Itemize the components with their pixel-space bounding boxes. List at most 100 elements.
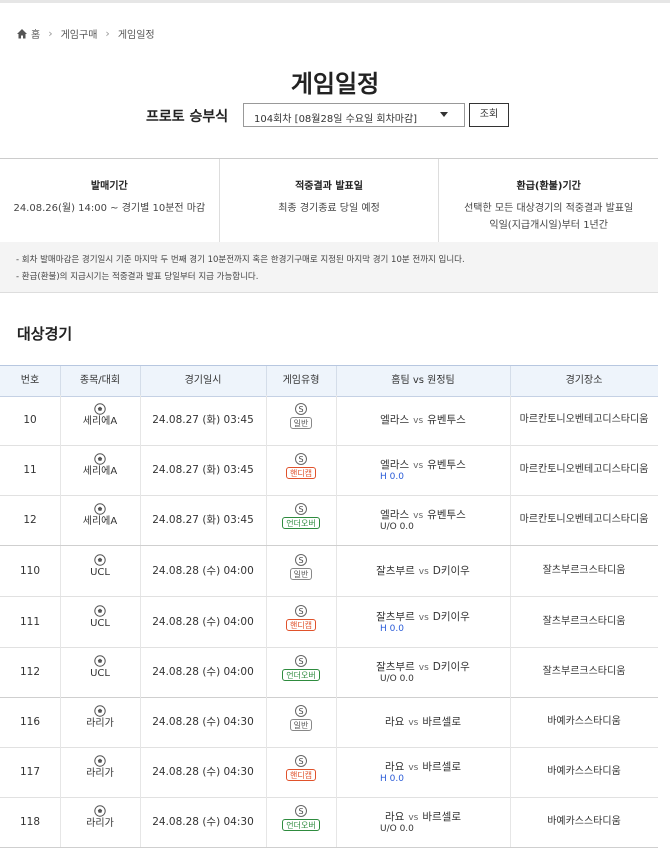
home-team: 잘츠부르 [376, 661, 415, 673]
row-teams[interactable]: 라요 vs 바르셀로 H 0.0 [336, 747, 511, 797]
game-type-badge: 핸디캡 [285, 769, 317, 781]
breadcrumb-schedule[interactable]: 게임일정 [118, 26, 155, 41]
row-league: 세리에A [60, 445, 141, 495]
home-icon[interactable] [16, 28, 28, 40]
table-row[interactable]: 112 UCL 24.08.28 (수) 04:00 S 언더오버 잘츠부르 vs D키이우 U… [0, 647, 658, 698]
top-divider [0, 0, 670, 3]
info-value: 24.08.26(월) 14:00 ~ 경기별 10분전 마감 [13, 203, 206, 214]
handicap-value: H 0.0 [380, 624, 404, 634]
info-sale-period: 발매기간 24.08.26(월) 14:00 ~ 경기별 10분전 마감 [0, 159, 219, 243]
home-team: 라요 [385, 811, 405, 823]
row-venue: 바예카스스타디움 [547, 766, 621, 777]
table-header: 번호 종목/대회 경기일시 게임유형 홈팀 vs 원정팀 경기장소 [0, 365, 658, 397]
info-result-date: 적중결과 발표일 최종 경기종료 당일 예정 [218, 159, 439, 243]
row-game-type: S 일반 [266, 546, 337, 596]
row-league: 세리에A [60, 495, 141, 545]
vs-label: vs [413, 461, 424, 471]
row-teams[interactable]: 엘라스 vs 유벤투스 [336, 395, 511, 445]
table-row[interactable]: 110 UCL 24.08.28 (수) 04:00 S 일반 잘츠부르 vs D키이우 잘츠부… [0, 546, 658, 597]
soccer-ball-icon [94, 655, 106, 667]
row-number: 110 [0, 546, 61, 596]
table-row[interactable]: 118 라리가 24.08.28 (수) 04:30 S 언더오버 라요 vs 바르셀로 U/O… [0, 797, 658, 848]
row-teams[interactable]: 잘츠부르 vs D키이우 H 0.0 [336, 597, 511, 647]
row-league: 라리가 [60, 747, 141, 797]
handicap-value: U/O 0.0 [380, 824, 414, 834]
league-name: 라리가 [86, 768, 114, 779]
row-venue: 바예카스스타디움 [547, 816, 621, 827]
row-league: 세리에A [60, 395, 141, 445]
sport-s-icon: S [295, 503, 307, 515]
game-type-badge: 일반 [289, 417, 313, 429]
row-datetime: 24.08.28 (수) 04:00 [140, 597, 267, 647]
away-team: D키이우 [432, 661, 470, 673]
info-value: 선택한 모든 대상경기의 적중결과 발표일 익일(지급개시일)부터 1년간 [439, 200, 658, 234]
league-name: UCL [90, 668, 110, 679]
round-selector-row: 프로토 승부식 104회차 [08월28일 수요일 회차마감] 조회 [0, 103, 670, 129]
row-teams[interactable]: 라요 vs 바르셀로 U/O 0.0 [336, 797, 511, 847]
chevron-right-icon: › [48, 27, 53, 40]
game-type-badge: 언더오버 [282, 669, 320, 681]
vs-label: vs [418, 613, 429, 623]
row-number: 11 [0, 445, 61, 495]
row-league: 라리가 [60, 797, 141, 847]
row-league: UCL [60, 597, 141, 647]
away-team: D키이우 [432, 565, 470, 577]
info-value: 최종 경기종료 당일 예정 [278, 203, 380, 214]
table-row[interactable]: 11 세리에A 24.08.27 (화) 03:45 S 핸디캡 엘라스 vs 유벤투스 H 0… [0, 445, 658, 496]
away-team: 유벤투스 [427, 459, 466, 471]
soccer-ball-icon [94, 605, 106, 617]
away-team: 바르셀로 [422, 761, 461, 773]
info-heading: 발매기간 [90, 181, 128, 192]
section-title: 대상경기 [17, 325, 73, 343]
league-name: 세리에A [82, 466, 118, 477]
soccer-ball-icon [94, 705, 106, 717]
round-select-value: 104회차 [08월28일 수요일 회차마감] [254, 114, 418, 125]
league-name: 세리에A [82, 416, 118, 427]
league-name: 라리가 [86, 818, 114, 829]
row-game-type: S 언더오버 [266, 797, 337, 847]
sport-s-icon: S [295, 554, 307, 566]
row-game-type: S 언더오버 [266, 495, 337, 545]
table-row[interactable]: 117 라리가 24.08.28 (수) 04:30 S 핸디캡 라요 vs 바르셀로 H 0.… [0, 747, 658, 798]
game-type-badge: 핸디캡 [285, 619, 317, 631]
row-league: UCL [60, 647, 141, 697]
home-team: 잘츠부르 [376, 611, 415, 623]
row-teams[interactable]: 잘츠부르 vs D키이우 [336, 546, 511, 596]
row-datetime: 24.08.28 (수) 04:30 [140, 697, 267, 747]
table-row[interactable]: 111 UCL 24.08.28 (수) 04:00 S 핸디캡 잘츠부르 vs D키이우 H … [0, 597, 658, 648]
soccer-ball-icon [94, 554, 106, 566]
row-teams[interactable]: 엘라스 vs 유벤투스 H 0.0 [336, 445, 511, 495]
row-venue: 잘츠부르크스타디움 [542, 666, 626, 677]
game-type-badge: 언더오버 [282, 517, 320, 529]
breadcrumb-game-purchase[interactable]: 게임구매 [61, 26, 98, 41]
table-row[interactable]: 116 라리가 24.08.28 (수) 04:30 S 일반 라요 vs 바르셀로 바예카스스… [0, 697, 658, 748]
league-name: 라리가 [86, 718, 114, 729]
table-row[interactable]: 10 세리에A 24.08.27 (화) 03:45 S 일반 엘라스 vs 유벤투스 마르칸토… [0, 395, 658, 446]
table-row[interactable]: 12 세리에A 24.08.27 (화) 03:45 S 언더오버 엘라스 vs 유벤투스 U/… [0, 495, 658, 546]
round-select[interactable]: 104회차 [08월28일 수요일 회차마감] [243, 103, 465, 127]
row-datetime: 24.08.27 (화) 03:45 [140, 395, 267, 445]
search-button[interactable]: 조회 [469, 103, 509, 127]
row-league: UCL [60, 546, 141, 596]
info-heading: 적중결과 발표일 [295, 181, 363, 192]
row-teams[interactable]: 라요 vs 바르셀로 [336, 697, 511, 747]
away-team: 바르셀로 [422, 811, 461, 823]
row-teams[interactable]: 잘츠부르 vs D키이우 U/O 0.0 [336, 647, 511, 697]
handicap-value: H 0.0 [380, 774, 404, 784]
row-venue: 잘츠부르크스타디움 [542, 616, 626, 627]
sport-s-icon: S [295, 805, 307, 817]
breadcrumb-home[interactable]: 홈 [31, 26, 40, 41]
info-heading: 환급(환불)기간 [516, 181, 581, 192]
page-title: 게임일정 [290, 70, 380, 98]
row-teams[interactable]: 엘라스 vs 유벤투스 U/O 0.0 [336, 495, 511, 545]
col-league: 종목/대회 [60, 366, 141, 396]
info-refund-period: 환급(환불)기간 선택한 모든 대상경기의 적중결과 발표일 익일(지급개시일)… [438, 159, 658, 243]
game-type-badge: 핸디캡 [285, 467, 317, 479]
home-team: 엘라스 [380, 414, 410, 426]
home-team: 엘라스 [380, 509, 410, 521]
col-number: 번호 [0, 366, 61, 396]
row-number: 10 [0, 395, 61, 445]
row-league: 라리가 [60, 697, 141, 747]
row-datetime: 24.08.27 (화) 03:45 [140, 445, 267, 495]
row-game-type: S 핸디캡 [266, 597, 337, 647]
